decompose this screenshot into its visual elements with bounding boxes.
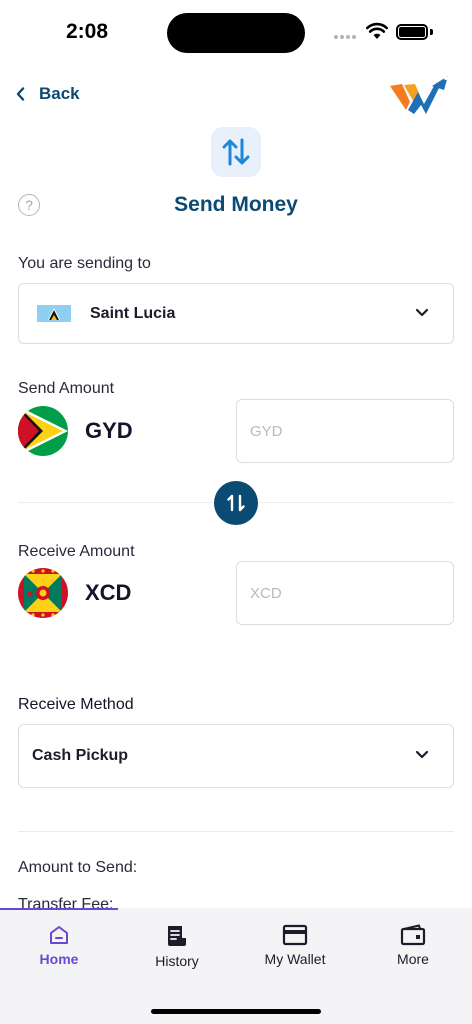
send-amount-label: Send Amount	[18, 380, 115, 397]
chevron-down-icon	[415, 750, 429, 759]
signal-icon	[334, 35, 356, 39]
home-icon	[50, 926, 68, 944]
send-currency-code: GYD	[85, 418, 133, 443]
bottom-tab-bar: Home History My Wallet More	[0, 908, 472, 1024]
status-time: 2:08	[66, 20, 109, 43]
receive-method-value: Cash Pickup	[32, 747, 129, 764]
tab-more[interactable]: More	[354, 924, 472, 967]
tab-history[interactable]: History	[118, 924, 236, 969]
card-icon	[282, 924, 308, 946]
active-tab-indicator	[0, 908, 118, 910]
guyana-flag-icon	[18, 406, 68, 456]
swap-vertical-icon	[227, 494, 245, 512]
amount-to-send-label: Amount to Send:	[18, 859, 138, 876]
back-button[interactable]: Back	[16, 84, 80, 104]
destination-label: You are sending to	[18, 255, 151, 272]
receive-amount-label: Receive Amount	[18, 543, 135, 560]
destination-country-name: Saint Lucia	[90, 304, 176, 322]
swap-vertical-icon	[222, 138, 250, 166]
receive-amount-input[interactable]	[236, 561, 454, 625]
destination-country-select[interactable]: Saint Lucia	[18, 283, 454, 344]
wifi-icon	[366, 22, 388, 39]
saint-lucia-flag-icon	[37, 305, 71, 322]
receive-currency-code: XCD	[85, 580, 132, 605]
tab-label: My Wallet	[264, 951, 326, 967]
page-title: Send Money	[174, 193, 298, 216]
divider	[18, 831, 454, 832]
back-label: Back	[39, 84, 80, 103]
tab-label: Home	[39, 951, 79, 967]
receive-method-label: Receive Method	[18, 696, 134, 713]
swap-currency-button[interactable]	[214, 481, 258, 525]
wallet-icon	[400, 924, 426, 946]
brand-logo	[390, 76, 448, 114]
home-indicator	[151, 1009, 321, 1014]
tab-label: History	[155, 953, 199, 969]
tab-label: More	[397, 951, 429, 967]
transfer-header-icon	[211, 127, 261, 177]
chevron-down-icon	[415, 308, 429, 316]
dynamic-island	[167, 13, 305, 53]
receive-method-select[interactable]: Cash Pickup	[18, 724, 454, 788]
chevron-left-icon	[16, 87, 25, 101]
send-amount-input[interactable]	[236, 399, 454, 463]
battery-icon	[396, 24, 428, 40]
receipt-icon	[168, 926, 186, 946]
tab-my-wallet[interactable]: My Wallet	[236, 924, 354, 967]
tab-home[interactable]: Home	[0, 924, 118, 967]
grenada-flag-icon	[18, 568, 68, 618]
